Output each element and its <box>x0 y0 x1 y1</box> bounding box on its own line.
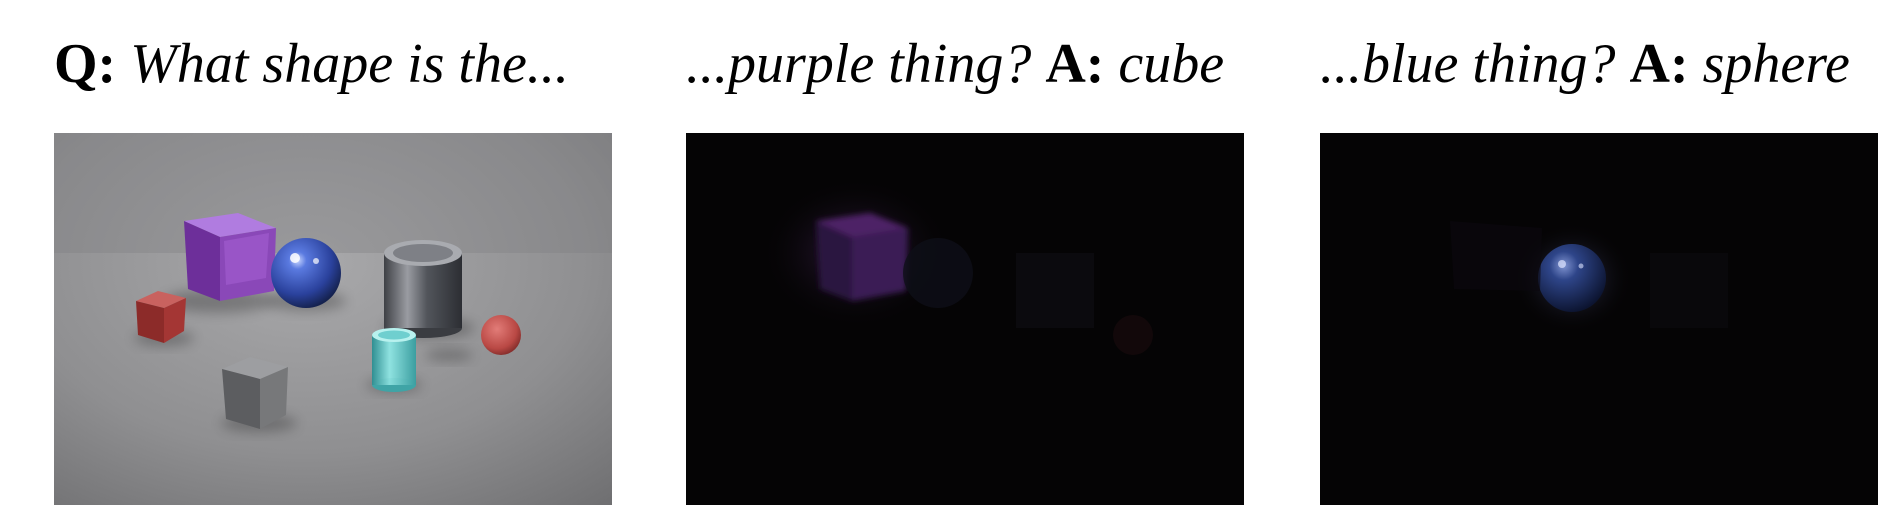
blue-answer-label: A: <box>1629 33 1689 95</box>
blue-sphere-highlight <box>1538 244 1606 312</box>
question-label: Q: <box>54 33 117 95</box>
blue-question-text: ...blue thing? <box>1320 33 1616 95</box>
question-text: What shape is the... <box>130 33 569 95</box>
purple-attention-map <box>686 133 1244 505</box>
purple-query-caption: ...purple thing? A: cube <box>686 30 1224 98</box>
purple-answer-text: cube <box>1118 33 1225 95</box>
gray-cube <box>222 357 288 429</box>
gray-cylinder <box>384 240 462 338</box>
blue-answer-text: sphere <box>1702 33 1850 95</box>
purple-question-text: ...purple thing? <box>686 33 1032 95</box>
cyan-cylinder <box>372 328 416 392</box>
blue-sphere <box>271 238 341 308</box>
question-caption: Q: What shape is the... <box>54 30 569 98</box>
purple-cube-highlight <box>816 213 908 301</box>
red-sphere <box>481 315 521 355</box>
scene-image <box>54 133 612 505</box>
purple-answer-label: A: <box>1045 33 1105 95</box>
blue-attention-map <box>1320 133 1878 505</box>
purple-cube <box>184 213 276 301</box>
blue-query-caption: ...blue thing? A: sphere <box>1320 30 1850 98</box>
